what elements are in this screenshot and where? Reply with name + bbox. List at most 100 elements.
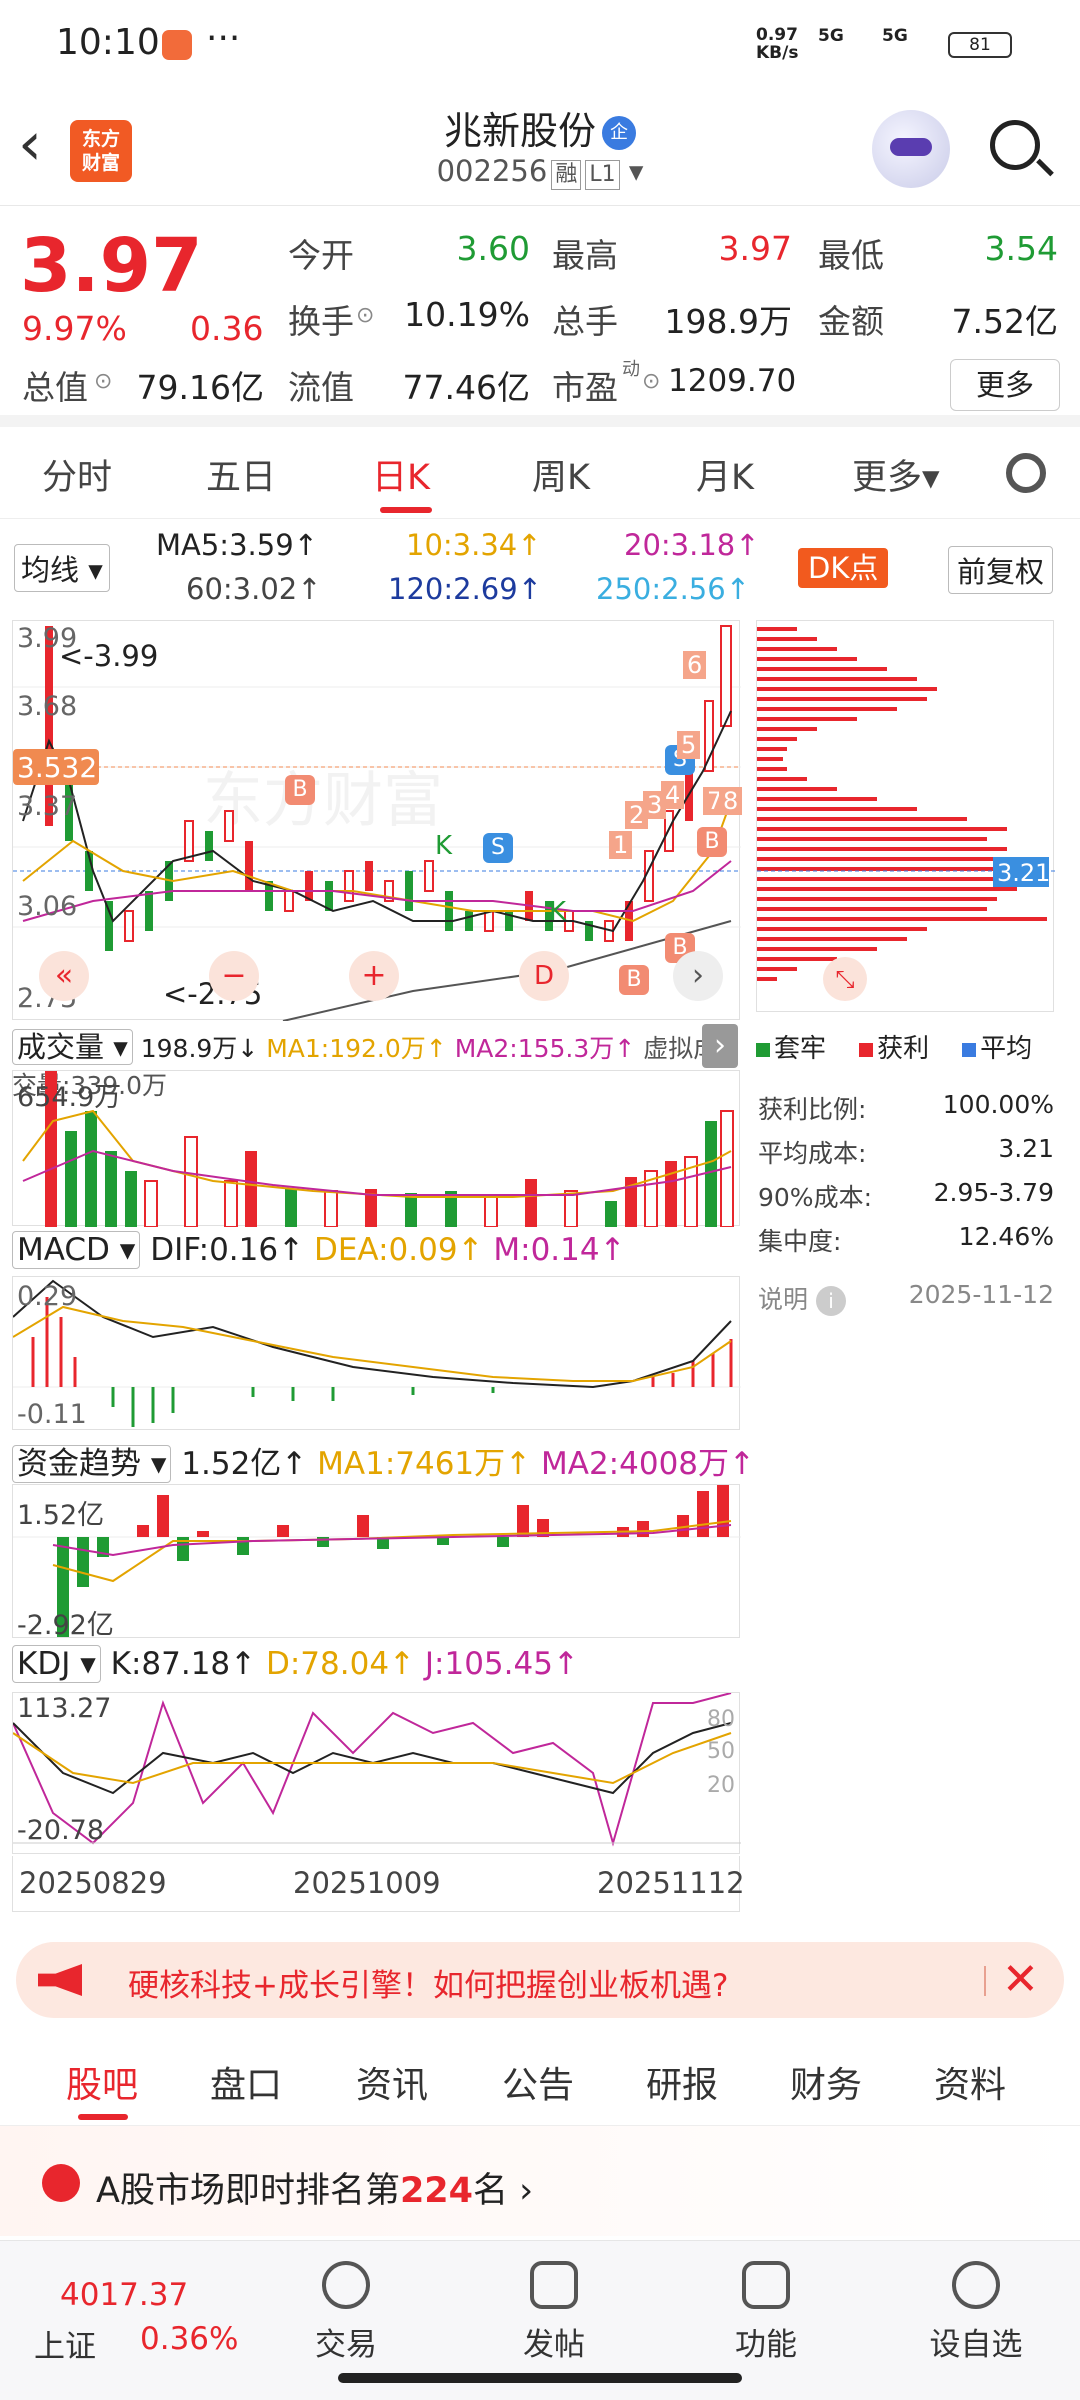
banner-text[interactable]: 硬核科技+成长引擎！如何把握创业板机遇?: [128, 1960, 728, 2005]
market-rank[interactable]: A股市场即时排名第224名 ›: [0, 2126, 1080, 2236]
more-button[interactable]: 更多: [950, 359, 1060, 411]
rank-prefix: A股市场即时排名第: [96, 2171, 400, 2211]
zoom-out-icon[interactable]: −: [209, 951, 259, 1001]
trade-button[interactable]: 交易: [286, 2255, 406, 2364]
yen-icon: [322, 2261, 370, 2309]
stat-key: 90%成本:: [758, 1183, 872, 1212]
tab-monthly-k[interactable]: 月K: [696, 449, 754, 500]
assistant-robot-icon[interactable]: [872, 110, 950, 188]
level-tag: L1: [585, 160, 620, 190]
macd-header: MACD ▾ DIF:0.16↑ DEA:0.09↑ M:0.14↑: [12, 1231, 626, 1269]
tab-daily-k[interactable]: 日K: [372, 449, 430, 500]
tab-profile[interactable]: 资料: [934, 2056, 1006, 2108]
legend-profit: 获利: [877, 1034, 930, 1064]
sell-marker[interactable]: S: [483, 833, 513, 863]
zoom-in-icon[interactable]: +: [349, 951, 399, 1001]
quote-panel: 3.97 9.97% 0.36 今开 3.60 最高 3.97 最低 3.54 …: [0, 207, 1080, 427]
legend-trapped: 套牢: [774, 1034, 827, 1064]
high-annotation: <-3.99: [59, 639, 159, 673]
kdj-header: KDJ ▾ K:87.18↑ D:78.04↑ J:105.45↑: [12, 1645, 579, 1683]
macd-dif: DIF:0.16↑: [150, 1232, 305, 1268]
tab-news[interactable]: 资讯: [356, 2056, 428, 2108]
info-icon[interactable]: i: [815, 1286, 846, 1316]
fund-selector[interactable]: 资金趋势 ▾: [12, 1445, 172, 1483]
stat-row: 获利比例: 100.00%: [758, 1090, 1054, 1126]
info-icon[interactable]: ⊙: [356, 303, 374, 328]
ma-selector[interactable]: 均线 ▾: [14, 544, 110, 592]
tab-more[interactable]: 更多▾: [852, 449, 940, 500]
index-change[interactable]: 0.36%: [140, 2321, 238, 2357]
stat-row: 90%成本: 2.95-3.79: [758, 1178, 1054, 1214]
macd-svg: [12, 1279, 741, 1427]
volume-selector[interactable]: 成交量 ▾: [12, 1029, 133, 1065]
low-label: 最低: [818, 236, 884, 275]
buy-marker[interactable]: B: [619, 965, 649, 995]
tab-five-day[interactable]: 五日: [206, 449, 276, 500]
scroll-left-icon[interactable]: «: [39, 951, 89, 1001]
kdj-selector[interactable]: KDJ ▾: [12, 1645, 101, 1683]
gear-icon[interactable]: [1006, 453, 1046, 493]
turnover-label: 换手: [288, 302, 354, 341]
ma-legend: 均线 ▾ MA5:3.59↑ 10:3.34↑ 20:3.18↑ 60:3.02…: [0, 520, 1080, 620]
stock-code: 002256: [436, 154, 548, 188]
cost-distribution[interactable]: 3.21 ⤡: [756, 620, 1055, 1012]
promo-banner[interactable]: 硬核科技+成长引擎！如何把握创业板机遇? ✕: [16, 1942, 1064, 2018]
kdj-svg: [12, 1692, 741, 1847]
adjust-selector[interactable]: 前复权: [948, 546, 1054, 594]
tab-finance[interactable]: 财务: [790, 2056, 862, 2108]
note-row[interactable]: 说明 i 2025-11-12: [758, 1280, 1054, 1316]
buy-marker[interactable]: B: [697, 827, 727, 857]
post-label: 发帖: [523, 2327, 585, 2363]
index-value[interactable]: 4017.37: [60, 2277, 188, 2313]
tab-pankou[interactable]: 盘口: [210, 2056, 282, 2108]
scroll-right-icon[interactable]: ›: [673, 951, 723, 1001]
date-label: 20251112: [597, 1866, 745, 1900]
collapse-arrow-icon[interactable]: ›: [702, 1024, 738, 1068]
legend-swatch: [859, 1043, 874, 1057]
kdj-chart[interactable]: 113.27 -20.78 80 50 20: [12, 1692, 741, 1854]
ma120-value: 120:2.69↑: [388, 572, 542, 606]
kdj-y-top: 113.27: [17, 1693, 112, 1724]
more-circle-icon: [952, 2261, 1000, 2309]
ma5-value: MA5:3.59↑: [156, 528, 318, 562]
last-price: 3.97: [20, 223, 203, 309]
stat-value: 3.21: [998, 1134, 1054, 1163]
function-label: 功能: [735, 2327, 797, 2363]
buy-marker[interactable]: B: [285, 775, 315, 805]
dk-point-button[interactable]: DK点: [798, 548, 889, 588]
search-icon[interactable]: [990, 120, 1040, 170]
kline-chart[interactable]: 东方财富 3.532 3.99 3.68 3.37 3.06 2.75 <-3.…: [12, 620, 743, 1022]
add-watchlist-button[interactable]: 设自选: [916, 2255, 1036, 2364]
expand-icon[interactable]: ⤡: [823, 957, 867, 1001]
home-indicator: [338, 2373, 742, 2383]
status-bar: 10:10 ··· 0.97 KB/s 5G 5G 81: [0, 0, 1080, 90]
low-value: 3.54: [984, 229, 1058, 268]
volume-chart[interactable]: 654.9万: [12, 1070, 740, 1228]
grid-icon: [742, 2261, 790, 2309]
info-icon[interactable]: ⊙: [94, 369, 112, 394]
close-icon[interactable]: ✕: [1002, 1954, 1039, 2005]
fund-y-top: 1.52亿: [17, 1500, 105, 1531]
status-time: 10:10: [56, 22, 160, 63]
stat-value: 12.46%: [958, 1222, 1054, 1251]
tab-intraday[interactable]: 分时: [42, 449, 112, 500]
high-label: 最高: [552, 236, 618, 275]
seq-marker: 4: [661, 781, 685, 809]
legend-average: 平均: [980, 1034, 1033, 1064]
volume-label: 总手: [552, 302, 618, 341]
macd-selector[interactable]: MACD ▾: [12, 1231, 141, 1269]
macd-chart[interactable]: 0.29 -0.11: [12, 1276, 741, 1430]
tab-research[interactable]: 研报: [646, 2056, 718, 2108]
index-name[interactable]: 上证: [34, 2321, 96, 2366]
info-icon[interactable]: ⊙: [642, 369, 660, 394]
fund-chart[interactable]: 1.52亿 -2.92亿: [12, 1484, 741, 1641]
function-button[interactable]: 功能: [706, 2255, 826, 2364]
volume-svg: [22, 1071, 734, 1228]
d-marker[interactable]: D: [519, 951, 569, 1001]
tab-announcements[interactable]: 公告: [502, 2056, 574, 2108]
post-button[interactable]: 发帖: [494, 2255, 614, 2364]
tab-weekly-k[interactable]: 周K: [532, 449, 590, 500]
tab-guba[interactable]: 股吧: [66, 2056, 138, 2108]
fund-header: 资金趋势 ▾ 1.52亿↑ MA1:7461万↑ MA2:4008万↑: [12, 1438, 755, 1483]
open-value: 3.60: [456, 229, 530, 268]
